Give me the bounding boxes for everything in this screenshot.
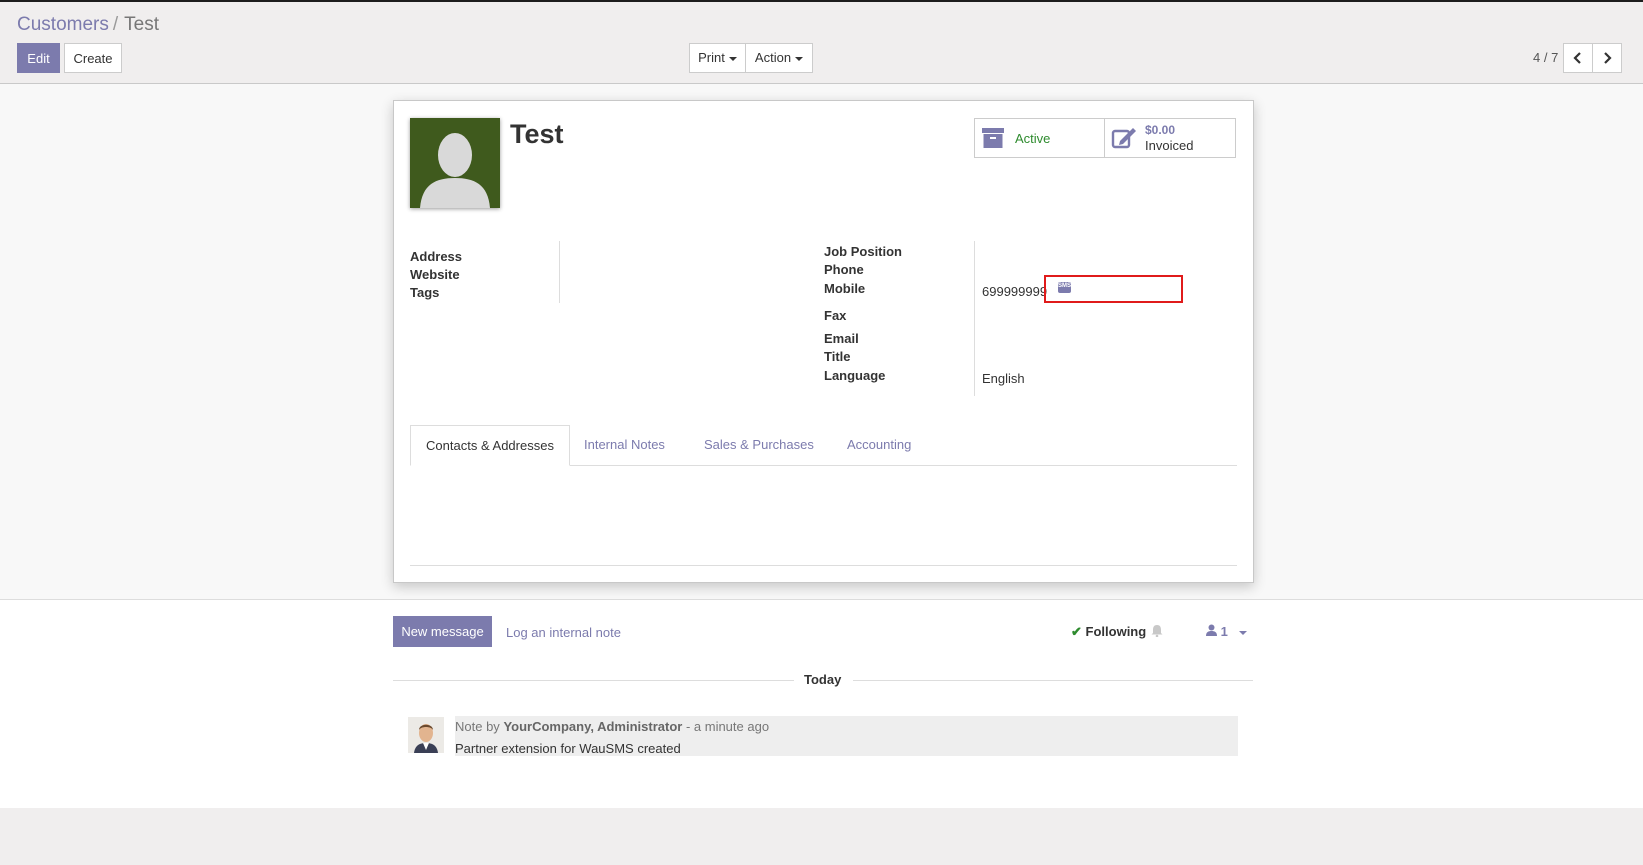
pager-value[interactable]: 4 / 7 xyxy=(1533,50,1558,65)
email-label: Email xyxy=(824,331,859,346)
form-sheet: Test Active $0.00 Invoiced Address Websi… xyxy=(393,100,1254,583)
today-line-right xyxy=(853,680,1253,681)
breadcrumb: Customers / Test xyxy=(17,14,159,36)
create-button[interactable]: Create xyxy=(64,43,122,73)
message-author[interactable]: YourCompany, Administrator xyxy=(503,719,682,734)
right-group-divider xyxy=(974,241,975,396)
tab-accounting[interactable]: Accounting xyxy=(847,425,911,465)
invoiced-button[interactable]: $0.00 Invoiced xyxy=(1104,118,1236,158)
following-toggle[interactable]: ✔ Following xyxy=(1071,624,1146,640)
partner-name: Test xyxy=(510,119,564,149)
tab-internal-notes[interactable]: Internal Notes xyxy=(584,425,665,465)
control-panel: Customers / Test Edit Create Print Action … xyxy=(0,2,1643,84)
followers-dropdown[interactable]: 1 xyxy=(1206,624,1248,639)
pager-next-button[interactable] xyxy=(1592,43,1622,73)
caret-down-icon xyxy=(795,56,804,61)
archive-icon xyxy=(982,128,1004,148)
avatar[interactable] xyxy=(410,118,500,208)
check-icon: ✔ xyxy=(1071,624,1082,639)
language-value: English xyxy=(982,371,1025,386)
action-dropdown[interactable]: Action xyxy=(745,43,813,73)
caret-down-icon xyxy=(1239,630,1248,635)
tab-sales-purchases[interactable]: Sales & Purchases xyxy=(704,425,814,465)
caret-down-icon xyxy=(728,56,737,61)
mobile-label: Mobile xyxy=(824,281,866,296)
print-dropdown[interactable]: Print xyxy=(689,43,746,73)
edit-button[interactable]: Edit xyxy=(17,43,60,73)
invoiced-amount: $0.00 xyxy=(1145,123,1176,137)
followers-count: 1 xyxy=(1220,624,1228,639)
pencil-square-icon xyxy=(1111,128,1136,149)
today-line-left xyxy=(393,680,794,681)
chevron-right-icon xyxy=(1604,52,1612,64)
pager-previous-button[interactable] xyxy=(1563,43,1593,73)
language-label: Language xyxy=(824,368,886,383)
message-body: Partner extension for WauSMS created xyxy=(455,741,681,756)
today-separator: Today xyxy=(804,672,842,687)
fax-label: Fax xyxy=(824,308,847,323)
tab-content-bottom-border xyxy=(410,565,1237,566)
chatter xyxy=(0,600,1643,808)
breadcrumb-separator: / xyxy=(112,14,119,35)
website-label: Website xyxy=(410,267,460,282)
notebook-tabs: Contacts & Addresses Internal Notes Sale… xyxy=(410,425,1237,466)
bell-icon[interactable] xyxy=(1151,624,1163,637)
address-label: Address xyxy=(410,249,463,264)
left-group-divider xyxy=(559,241,560,303)
breadcrumb-customers[interactable]: Customers xyxy=(17,14,109,35)
person-placeholder-icon xyxy=(420,133,490,208)
invoiced-label: Invoiced xyxy=(1145,138,1194,153)
admin-avatar-icon xyxy=(408,717,444,753)
following-label: Following xyxy=(1085,624,1147,639)
job-position-label: Job Position xyxy=(824,244,902,259)
active-toggle-button[interactable]: Active xyxy=(974,118,1105,158)
active-label: Active xyxy=(1015,131,1051,146)
message-thread: Note by YourCompany, Administrator - a m… xyxy=(455,716,1238,756)
breadcrumb-current: Test xyxy=(124,14,159,35)
title-label: Title xyxy=(824,349,851,364)
print-label: Print xyxy=(698,50,725,65)
user-icon xyxy=(1206,624,1217,636)
chevron-left-icon xyxy=(1573,52,1581,64)
tab-contacts-addresses[interactable]: Contacts & Addresses xyxy=(410,425,570,466)
sms-icon[interactable]: SMS xyxy=(1058,282,1071,293)
new-message-button[interactable]: New message xyxy=(393,616,492,647)
phone-label: Phone xyxy=(824,262,864,277)
log-note-link[interactable]: Log an internal note xyxy=(506,625,621,640)
mobile-value[interactable]: 699999999 xyxy=(982,284,1047,299)
author-avatar[interactable] xyxy=(408,717,444,753)
message-time: - a minute ago xyxy=(685,719,770,734)
tags-label: Tags xyxy=(410,285,440,300)
message-prefix: Note by xyxy=(455,719,500,734)
action-label: Action xyxy=(754,50,792,65)
